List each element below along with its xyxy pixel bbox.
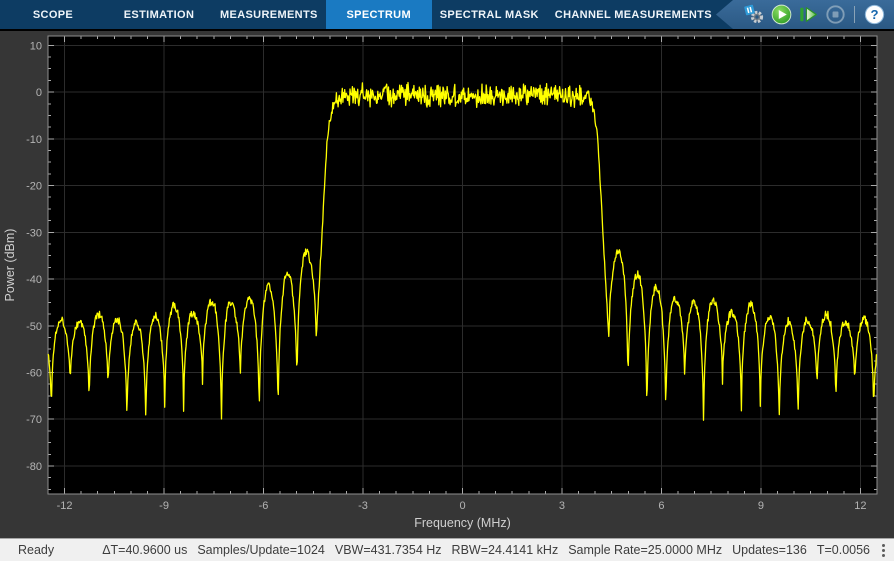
question-mark-icon: ?	[864, 4, 885, 25]
run-button[interactable]	[769, 3, 793, 27]
stop-button[interactable]	[823, 3, 847, 27]
svg-text:?: ?	[870, 7, 878, 22]
x-tick-label: 3	[559, 500, 565, 512]
tab-spectrum[interactable]: SPECTRUM	[326, 0, 432, 29]
tab-scope[interactable]: SCOPE	[0, 0, 106, 29]
y-tick-label: -70	[26, 414, 42, 426]
status-segment: VBW=431.7354 Hz	[335, 543, 442, 557]
gear-with-pause-icon	[744, 4, 765, 25]
y-tick-label: -40	[26, 274, 42, 286]
y-tick-label: -80	[26, 461, 42, 473]
status-segment: RBW=24.4141 kHz	[452, 543, 559, 557]
y-tick-label: -20	[26, 181, 42, 193]
status-segment: ΔT=40.9600 us	[102, 543, 187, 557]
stop-circle-icon	[825, 4, 846, 25]
x-tick-label: 12	[854, 500, 866, 512]
y-tick-label: -10	[26, 134, 42, 146]
x-tick-label: 9	[758, 500, 764, 512]
y-tick-label: -50	[26, 321, 42, 333]
status-segment: Updates=136	[732, 543, 807, 557]
step-forward-icon	[798, 4, 819, 25]
x-tick-label: -6	[259, 500, 269, 512]
step-options-button[interactable]	[742, 3, 766, 27]
tab-channel-measurements[interactable]: CHANNEL MEASUREMENTS	[547, 0, 720, 29]
status-segment: Samples/Update=1024	[197, 543, 325, 557]
status-segment: T=0.0056	[817, 543, 870, 557]
x-tick-label: -12	[57, 500, 73, 512]
tab-estimation[interactable]: ESTIMATION	[106, 0, 212, 29]
x-axis-title: Frequency (MHz)	[414, 516, 511, 530]
step-forward-button[interactable]	[796, 3, 820, 27]
toolbar-separator	[854, 6, 855, 23]
y-tick-label: -30	[26, 227, 42, 239]
status-state: Ready	[0, 543, 54, 557]
help-button[interactable]: ?	[862, 3, 886, 27]
x-tick-label: 6	[658, 500, 664, 512]
tab-bar: SCOPEESTIMATIONMEASUREMENTSSPECTRUMSPECT…	[0, 0, 894, 31]
x-tick-label: -3	[358, 500, 368, 512]
status-segment: Sample Rate=25.0000 MHz	[568, 543, 722, 557]
y-tick-label: 0	[36, 87, 42, 99]
y-tick-label: -60	[26, 367, 42, 379]
scope-toolbar: ?	[716, 0, 894, 29]
status-measurements: ΔT=40.9600 us Samples/Update=1024 VBW=431.…	[102, 543, 870, 557]
y-axis-title: Power (dBm)	[3, 229, 17, 302]
x-tick-label: 0	[459, 500, 465, 512]
x-tick-label: -9	[159, 500, 169, 512]
play-circle-icon	[771, 4, 792, 25]
spectrum-plot[interactable]: -12-9-6-3036912100-10-20-30-40-50-60-70-…	[0, 31, 894, 538]
status-bar: Ready ΔT=40.9600 us Samples/Update=1024 VB…	[0, 538, 894, 561]
scope-area: -12-9-6-3036912100-10-20-30-40-50-60-70-…	[0, 31, 894, 538]
y-tick-label: 10	[30, 40, 42, 52]
tab-measurements[interactable]: MEASUREMENTS	[212, 0, 326, 29]
kebab-menu-icon[interactable]	[870, 544, 894, 557]
spectrum-analyzer-window: SCOPEESTIMATIONMEASUREMENTSSPECTRUMSPECT…	[0, 0, 894, 561]
tab-spectral-mask[interactable]: SPECTRAL MASK	[432, 0, 547, 29]
